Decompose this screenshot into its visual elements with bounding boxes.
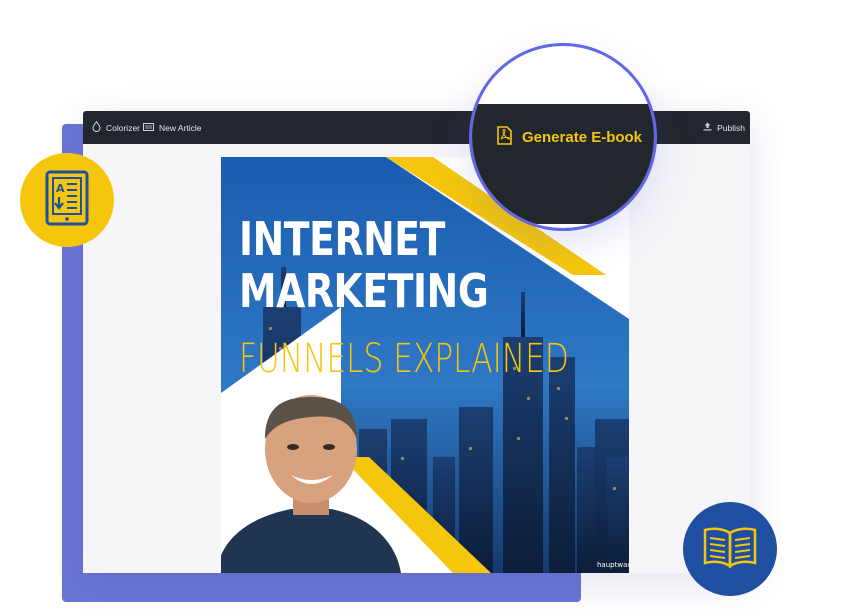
cover-title-line1: INTERNET: [239, 212, 445, 266]
new-article-label: New Article: [159, 122, 202, 133]
publish-button[interactable]: Publish: [703, 111, 745, 144]
ebook-reader-badge: A: [20, 153, 114, 247]
generate-ebook-label: Generate E-book: [522, 129, 643, 146]
ebook-reader-icon: A: [45, 170, 89, 231]
publish-label: Publish: [717, 122, 745, 133]
cover-watermark: hauptwache: [597, 561, 629, 569]
open-book-badge: [683, 502, 777, 596]
generate-ebook-button[interactable]: Generate E-book: [496, 126, 642, 149]
svg-text:A: A: [56, 182, 65, 195]
cover-title: INTERNET MARKETING: [239, 212, 489, 318]
pdf-icon: [496, 126, 512, 149]
cover-title-line2: MARKETING: [239, 264, 489, 318]
cover-subtitle: FUNNELS EXPLAINED: [239, 336, 569, 382]
droplet-icon: [92, 121, 101, 134]
colorizer-label: Colorizer: [106, 122, 141, 133]
new-article-button[interactable]: New Article: [143, 111, 202, 144]
open-book-icon: [702, 525, 758, 574]
generate-ebook-magnifier: Generate E-book: [472, 46, 654, 228]
article-icon: [143, 122, 154, 133]
magnified-toolbar: [472, 104, 654, 224]
upload-icon: [703, 122, 712, 133]
colorizer-button[interactable]: Colorizer: [92, 111, 140, 144]
